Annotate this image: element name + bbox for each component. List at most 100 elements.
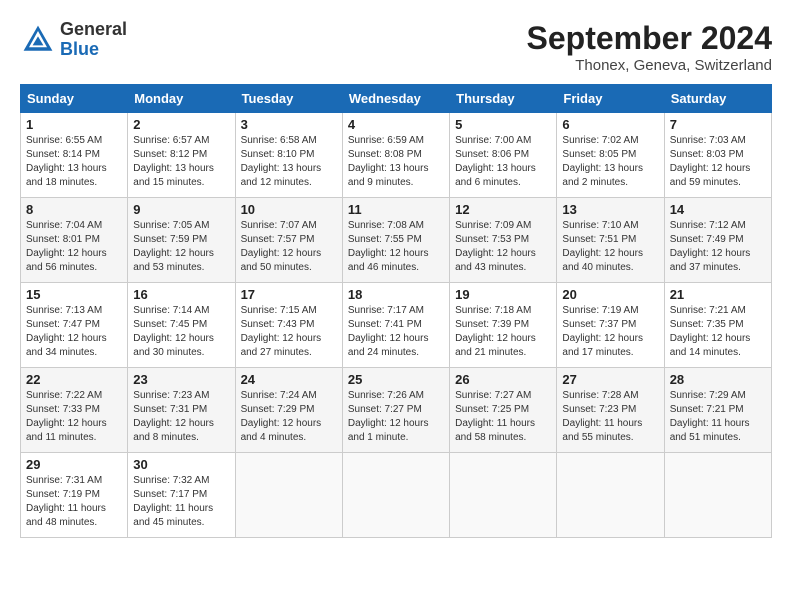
day-number: 25 — [348, 372, 444, 387]
day-number: 15 — [26, 287, 122, 302]
day-header-monday: Monday — [128, 85, 235, 113]
day-number: 9 — [133, 202, 229, 217]
logo: General Blue — [20, 20, 127, 60]
day-number: 29 — [26, 457, 122, 472]
day-number: 10 — [241, 202, 337, 217]
day-info: Sunrise: 7:09 AMSunset: 7:53 PMDaylight:… — [455, 219, 551, 275]
day-info: Sunrise: 6:57 AMSunset: 8:12 PMDaylight:… — [133, 134, 229, 190]
calendar-cell: 23Sunrise: 7:23 AMSunset: 7:31 PMDayligh… — [128, 368, 235, 453]
day-info: Sunrise: 7:15 AMSunset: 7:43 PMDaylight:… — [241, 304, 337, 360]
day-header-friday: Friday — [557, 85, 664, 113]
week-row-1: 1 Sunrise: 6:55 AMSunset: 8:14 PMDaylight… — [21, 113, 772, 198]
day-info: Sunrise: 7:32 AMSunset: 7:17 PMDaylight:… — [133, 474, 229, 530]
week-row-2: 8 Sunrise: 7:04 AMSunset: 8:01 PMDaylight… — [21, 198, 772, 283]
title-block: September 2024 Thonex, Geneva, Switzerla… — [527, 20, 772, 74]
calendar-cell: 3 Sunrise: 6:58 AMSunset: 8:10 PMDaylight… — [235, 113, 342, 198]
day-number: 18 — [348, 287, 444, 302]
calendar-cell: 18 Sunrise: 7:17 AMSunset: 7:41 PMDayligh… — [342, 283, 449, 368]
calendar-cell: 4Sunrise: 6:59 AMSunset: 8:08 PMDaylight… — [342, 113, 449, 198]
calendar-cell: 21 Sunrise: 7:21 AMSunset: 7:35 PMDayligh… — [664, 283, 771, 368]
day-info: Sunrise: 7:19 AMSunset: 7:37 PMDaylight:… — [562, 304, 658, 360]
day-info: Sunrise: 7:13 AMSunset: 7:47 PMDaylight:… — [26, 304, 122, 360]
calendar-cell: 19 Sunrise: 7:18 AMSunset: 7:39 PMDayligh… — [450, 283, 557, 368]
calendar-cell: 1 Sunrise: 6:55 AMSunset: 8:14 PMDaylight… — [21, 113, 128, 198]
week-row-4: 22 Sunrise: 7:22 AMSunset: 7:33 PMDayligh… — [21, 368, 772, 453]
day-number: 1 — [26, 117, 122, 132]
day-number: 22 — [26, 372, 122, 387]
calendar-cell: 26Sunrise: 7:27 AMSunset: 7:25 PMDayligh… — [450, 368, 557, 453]
calendar-cell: 11 Sunrise: 7:08 AMSunset: 7:55 PMDayligh… — [342, 198, 449, 283]
day-info: Sunrise: 7:04 AMSunset: 8:01 PMDaylight:… — [26, 219, 122, 275]
day-number: 30 — [133, 457, 229, 472]
calendar-cell: 27 Sunrise: 7:28 AMSunset: 7:23 PMDayligh… — [557, 368, 664, 453]
calendar-header-row: SundayMondayTuesdayWednesdayThursdayFrid… — [21, 85, 772, 113]
day-number: 13 — [562, 202, 658, 217]
day-info: Sunrise: 7:24 AMSunset: 7:29 PMDaylight:… — [241, 389, 337, 445]
calendar-cell: 5 Sunrise: 7:00 AMSunset: 8:06 PMDaylight… — [450, 113, 557, 198]
calendar-cell: 7 Sunrise: 7:03 AMSunset: 8:03 PMDaylight… — [664, 113, 771, 198]
calendar-cell: 20 Sunrise: 7:19 AMSunset: 7:37 PMDayligh… — [557, 283, 664, 368]
day-info: Sunrise: 7:00 AMSunset: 8:06 PMDaylight:… — [455, 134, 551, 190]
calendar-cell: 13Sunrise: 7:10 AMSunset: 7:51 PMDayligh… — [557, 198, 664, 283]
day-info: Sunrise: 7:29 AMSunset: 7:21 PMDaylight:… — [670, 389, 766, 445]
day-number: 8 — [26, 202, 122, 217]
calendar-cell: 25Sunrise: 7:26 AMSunset: 7:27 PMDayligh… — [342, 368, 449, 453]
calendar-cell: 28Sunrise: 7:29 AMSunset: 7:21 PMDayligh… — [664, 368, 771, 453]
calendar-cell: 6 Sunrise: 7:02 AMSunset: 8:05 PMDaylight… — [557, 113, 664, 198]
day-number: 12 — [455, 202, 551, 217]
calendar-cell — [450, 453, 557, 538]
day-number: 6 — [562, 117, 658, 132]
day-header-saturday: Saturday — [664, 85, 771, 113]
day-info: Sunrise: 7:17 AMSunset: 7:41 PMDaylight:… — [348, 304, 444, 360]
calendar-table: SundayMondayTuesdayWednesdayThursdayFrid… — [20, 84, 772, 538]
day-info: Sunrise: 7:21 AMSunset: 7:35 PMDaylight:… — [670, 304, 766, 360]
logo-icon — [20, 22, 56, 58]
day-header-tuesday: Tuesday — [235, 85, 342, 113]
calendar-cell: 9 Sunrise: 7:05 AMSunset: 7:59 PMDaylight… — [128, 198, 235, 283]
calendar-cell: 8 Sunrise: 7:04 AMSunset: 8:01 PMDaylight… — [21, 198, 128, 283]
calendar-cell: 30 Sunrise: 7:32 AMSunset: 7:17 PMDayligh… — [128, 453, 235, 538]
day-info: Sunrise: 7:28 AMSunset: 7:23 PMDaylight:… — [562, 389, 658, 445]
day-info: Sunrise: 7:27 AMSunset: 7:25 PMDaylight:… — [455, 389, 551, 445]
day-info: Sunrise: 7:31 AMSunset: 7:19 PMDaylight:… — [26, 474, 122, 530]
day-number: 20 — [562, 287, 658, 302]
day-number: 19 — [455, 287, 551, 302]
day-number: 11 — [348, 202, 444, 217]
calendar-cell: 16Sunrise: 7:14 AMSunset: 7:45 PMDayligh… — [128, 283, 235, 368]
day-info: Sunrise: 7:07 AMSunset: 7:57 PMDaylight:… — [241, 219, 337, 275]
day-number: 14 — [670, 202, 766, 217]
day-info: Sunrise: 7:22 AMSunset: 7:33 PMDaylight:… — [26, 389, 122, 445]
day-number: 17 — [241, 287, 337, 302]
day-number: 3 — [241, 117, 337, 132]
day-info: Sunrise: 7:23 AMSunset: 7:31 PMDaylight:… — [133, 389, 229, 445]
week-row-3: 15 Sunrise: 7:13 AMSunset: 7:47 PMDayligh… — [21, 283, 772, 368]
day-info: Sunrise: 7:18 AMSunset: 7:39 PMDaylight:… — [455, 304, 551, 360]
day-number: 16 — [133, 287, 229, 302]
calendar-cell — [557, 453, 664, 538]
day-info: Sunrise: 7:12 AMSunset: 7:49 PMDaylight:… — [670, 219, 766, 275]
day-info: Sunrise: 7:03 AMSunset: 8:03 PMDaylight:… — [670, 134, 766, 190]
location: Thonex, Geneva, Switzerland — [527, 57, 772, 74]
day-header-sunday: Sunday — [21, 85, 128, 113]
calendar-cell: 14 Sunrise: 7:12 AMSunset: 7:49 PMDayligh… — [664, 198, 771, 283]
calendar-cell — [342, 453, 449, 538]
day-info: Sunrise: 6:59 AMSunset: 8:08 PMDaylight:… — [348, 134, 444, 190]
calendar-cell: 15 Sunrise: 7:13 AMSunset: 7:47 PMDayligh… — [21, 283, 128, 368]
calendar-cell: 22 Sunrise: 7:22 AMSunset: 7:33 PMDayligh… — [21, 368, 128, 453]
day-number: 5 — [455, 117, 551, 132]
day-number: 7 — [670, 117, 766, 132]
month-title: September 2024 — [527, 20, 772, 57]
day-number: 27 — [562, 372, 658, 387]
calendar-cell: 10 Sunrise: 7:07 AMSunset: 7:57 PMDayligh… — [235, 198, 342, 283]
day-info: Sunrise: 7:08 AMSunset: 7:55 PMDaylight:… — [348, 219, 444, 275]
day-number: 21 — [670, 287, 766, 302]
calendar-cell: 12 Sunrise: 7:09 AMSunset: 7:53 PMDayligh… — [450, 198, 557, 283]
day-info: Sunrise: 7:02 AMSunset: 8:05 PMDaylight:… — [562, 134, 658, 190]
day-info: Sunrise: 6:58 AMSunset: 8:10 PMDaylight:… — [241, 134, 337, 190]
calendar-cell: 24 Sunrise: 7:24 AMSunset: 7:29 PMDayligh… — [235, 368, 342, 453]
calendar-cell — [235, 453, 342, 538]
day-info: Sunrise: 6:55 AMSunset: 8:14 PMDaylight:… — [26, 134, 122, 190]
calendar-cell: 17 Sunrise: 7:15 AMSunset: 7:43 PMDayligh… — [235, 283, 342, 368]
day-number: 24 — [241, 372, 337, 387]
day-info: Sunrise: 7:05 AMSunset: 7:59 PMDaylight:… — [133, 219, 229, 275]
